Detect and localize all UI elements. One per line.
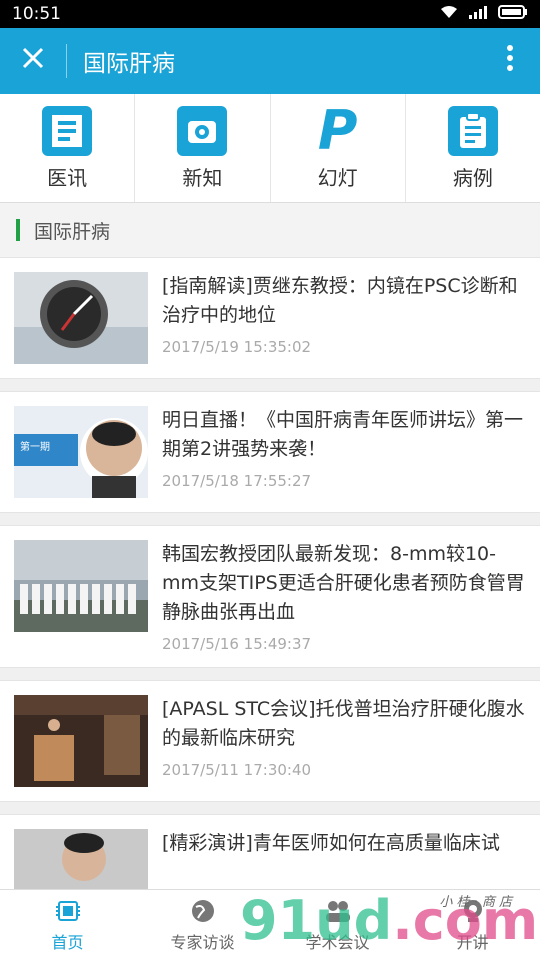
chip-icon [54, 897, 82, 925]
section-title: 国际肝病 [34, 220, 111, 243]
category-cases[interactable]: 病例 [406, 94, 540, 202]
list-item[interactable]: 韩国宏教授团队最新发现：8-mm较10-mm支架TIPS更适合肝硬化患者预防食管… [0, 525, 540, 668]
divider [66, 44, 67, 78]
close-icon[interactable] [0, 28, 66, 94]
category-slides[interactable]: P 幻灯 [271, 94, 406, 202]
watermark-caption: 小 桂 · 商 店 [439, 895, 512, 910]
category-knowledge[interactable]: 新知 [135, 94, 271, 202]
clipboard-icon [447, 105, 498, 156]
article-title: [APASL STC会议]托伐普坦治疗肝硬化腹水的最新临床研究 [162, 698, 525, 749]
category-label: 新知 [182, 165, 223, 190]
article-title: 明日直播！《中国肝病青年医师讲坛》第一期第2讲强势来袭！ [162, 409, 524, 460]
article-thumbnail [14, 272, 148, 364]
globe-icon [189, 897, 217, 925]
list-item[interactable]: 第一期 明日直播！《中国肝病青年医师讲坛》第一期第2讲强势来袭！ 2017/5/… [0, 391, 540, 513]
top-app-bar: 国际肝病 [0, 28, 540, 94]
battery-icon [498, 5, 528, 23]
category-label: 幻灯 [317, 165, 358, 190]
slides-p-icon: P [317, 99, 358, 162]
signal-icon [468, 5, 488, 23]
article-title: [精彩演讲]青年医师如何在高质量临床试 [162, 832, 500, 854]
category-news[interactable]: 医讯 [0, 94, 136, 202]
wifi-icon [440, 5, 458, 23]
document-icon [42, 105, 93, 156]
list-item[interactable]: [指南解读]贾继东教授：内镜在PSC诊断和治疗中的地位 2017/5/19 15… [0, 257, 540, 379]
article-thumbnail [14, 540, 148, 632]
section-header: 国际肝病 [0, 203, 540, 257]
camera-icon [177, 105, 228, 156]
status-bar: 10:51 [0, 0, 540, 28]
thumbnail-caption: 第一期 [20, 442, 50, 453]
more-vert-icon[interactable] [480, 44, 540, 79]
article-date: 2017/5/16 15:49:37 [162, 635, 312, 653]
tab-label: 专家访谈 [170, 933, 235, 952]
section-accent-bar [16, 219, 20, 241]
article-title: 韩国宏教授团队最新发现：8-mm较10-mm支架TIPS更适合肝硬化患者预防食管… [162, 543, 525, 623]
tab-home[interactable]: 首页 [0, 890, 135, 960]
category-label: 医讯 [47, 165, 88, 190]
article-date: 2017/5/19 15:35:02 [162, 338, 312, 356]
status-time: 10:51 [12, 4, 61, 24]
page-title: 国际肝病 [83, 51, 175, 77]
status-icons [440, 5, 528, 23]
article-thumbnail [14, 695, 148, 787]
article-list: [指南解读]贾继东教授：内镜在PSC诊断和治疗中的地位 2017/5/19 15… [0, 257, 540, 936]
article-title: [指南解读]贾继东教授：内镜在PSC诊断和治疗中的地位 [162, 275, 518, 326]
watermark-text: 91ud [240, 889, 393, 952]
article-thumbnail: 第一期 [14, 406, 148, 498]
article-date: 2017/5/18 17:55:27 [162, 472, 312, 490]
tab-label: 首页 [51, 933, 84, 952]
category-label: 病例 [452, 165, 493, 190]
article-date: 2017/5/11 17:30:40 [162, 761, 312, 779]
category-grid: 医讯 新知 P 幻灯 病例 [0, 94, 540, 203]
list-item[interactable]: [APASL STC会议]托伐普坦治疗肝硬化腹水的最新临床研究 2017/5/1… [0, 680, 540, 802]
